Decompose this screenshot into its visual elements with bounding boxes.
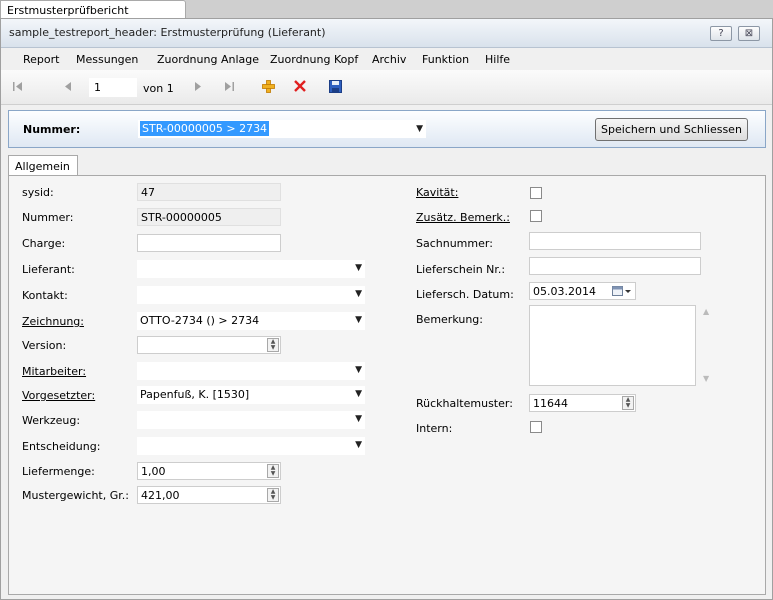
kontakt-combo[interactable]: ▼: [137, 286, 365, 304]
lieferschein-input[interactable]: [529, 257, 701, 275]
charge-label: Charge:: [22, 237, 66, 250]
record-number-input[interactable]: 1: [89, 78, 137, 97]
kavitaet-checkbox[interactable]: [530, 187, 542, 199]
dropdown-arrow-icon[interactable]: ▼: [355, 365, 362, 375]
zeichnung-link[interactable]: Zeichnung:: [22, 315, 84, 328]
charge-input[interactable]: [137, 234, 281, 252]
mustergewicht-value: 421,00: [141, 489, 180, 502]
sysid-field: 47: [137, 183, 281, 201]
dropdown-arrow-icon[interactable]: ▼: [355, 315, 362, 325]
liefersch-datum-label: Liefersch. Datum:: [416, 288, 514, 301]
dropdown-arrow-icon[interactable]: ▼: [355, 440, 362, 450]
menu-messungen[interactable]: Messungen: [76, 53, 138, 66]
close-button[interactable]: ⊠: [738, 26, 760, 41]
vorgesetzter-combo[interactable]: Papenfuß, K. [1530] ▼: [137, 386, 365, 404]
header-number-label: Nummer:: [23, 123, 81, 136]
rueckhaltemuster-label: Rückhaltemuster:: [416, 397, 513, 410]
kontakt-label: Kontakt:: [22, 289, 68, 302]
menu-bar: Report Messungen Zuordnung Anlage Zuordn…: [1, 48, 772, 70]
lieferant-label: Lieferant:: [22, 263, 75, 276]
intern-label: Intern:: [416, 422, 453, 435]
nummer-label: Nummer:: [22, 211, 74, 224]
entscheidung-combo[interactable]: ▼: [137, 437, 365, 455]
help-button[interactable]: ?: [710, 26, 732, 41]
liefersch-datum-input[interactable]: 05.03.2014: [529, 282, 636, 300]
menu-archiv[interactable]: Archiv: [372, 53, 406, 66]
help-icon: ?: [718, 28, 724, 39]
scroll-down-icon[interactable]: ▼: [703, 374, 709, 383]
calendar-icon[interactable]: [612, 285, 632, 297]
bemerkung-label: Bemerkung:: [416, 313, 483, 326]
menu-funktion[interactable]: Funktion: [422, 53, 469, 66]
werkzeug-label: Werkzeug:: [22, 414, 81, 427]
prev-record-icon[interactable]: [65, 81, 72, 92]
delete-icon[interactable]: [294, 80, 306, 92]
entscheidung-label: Entscheidung:: [22, 440, 101, 453]
close-icon: ⊠: [744, 28, 754, 39]
liefermenge-label: Liefermenge:: [22, 465, 95, 478]
next-record-icon[interactable]: [195, 81, 202, 92]
werkzeug-combo[interactable]: ▼: [137, 411, 365, 429]
mitarbeiter-combo[interactable]: ▼: [137, 362, 365, 380]
vorgesetzter-value: Papenfuß, K. [1530]: [140, 388, 250, 401]
intern-checkbox[interactable]: [530, 421, 542, 433]
menu-zuordnung-anlage[interactable]: Zuordnung Anlage: [157, 53, 259, 66]
lieferant-combo[interactable]: ▼: [137, 260, 365, 278]
add-icon[interactable]: [262, 80, 275, 93]
version-label: Version:: [22, 339, 67, 352]
scroll-up-icon[interactable]: ▲: [703, 307, 709, 316]
liefermenge-value: 1,00: [141, 465, 166, 478]
zeichnung-combo[interactable]: OTTO-2734 () > 2734 ▼: [137, 312, 365, 330]
spinner-icon[interactable]: ▲ ▼: [267, 488, 279, 502]
toolbar: 1 von 1: [1, 70, 772, 105]
save-icon[interactable]: [329, 80, 342, 93]
lieferschein-label: Lieferschein Nr.:: [416, 263, 506, 276]
liefersch-datum-value: 05.03.2014: [533, 285, 596, 298]
bemerkung-scrollbar[interactable]: ▲ ▼: [699, 305, 715, 386]
record-count-label: von 1: [143, 82, 174, 95]
bemerkung-textarea[interactable]: [529, 305, 696, 386]
header-number-value: STR-00000005 > 2734: [140, 121, 270, 136]
menu-report[interactable]: Report: [23, 53, 59, 66]
kavitaet-link[interactable]: Kavität:: [416, 186, 458, 199]
rueckhaltemuster-input[interactable]: 11644 ▲ ▼: [529, 394, 636, 412]
dropdown-arrow-icon[interactable]: ▼: [355, 414, 362, 424]
sysid-label: sysid:: [22, 186, 54, 199]
title-bar: sample_testreport_header: Erstmusterprüf…: [1, 19, 772, 48]
spinner-icon[interactable]: ▲ ▼: [267, 338, 279, 352]
last-record-icon[interactable]: [225, 81, 235, 92]
tab-allgemein-label: Allgemein: [15, 160, 70, 173]
mustergewicht-label: Mustergewicht, Gr.:: [22, 489, 129, 502]
vorgesetzter-link[interactable]: Vorgesetzter:: [22, 389, 95, 402]
dropdown-arrow-icon[interactable]: ▼: [355, 289, 362, 299]
dropdown-arrow-icon[interactable]: ▼: [416, 124, 423, 134]
outer-tab[interactable]: Erstmusterprüfbericht (Lieferant): [0, 0, 186, 30]
save-and-close-button[interactable]: Speichern und Schliessen: [595, 118, 748, 141]
zusatz-bemerk-checkbox[interactable]: [530, 210, 542, 222]
liefermenge-input[interactable]: 1,00 ▲ ▼: [137, 462, 281, 480]
sachnummer-input[interactable]: [529, 232, 701, 250]
zeichnung-value: OTTO-2734 () > 2734: [140, 314, 260, 327]
menu-hilfe[interactable]: Hilfe: [485, 53, 510, 66]
mustergewicht-input[interactable]: 421,00 ▲ ▼: [137, 486, 281, 504]
dropdown-arrow-icon[interactable]: ▼: [355, 263, 362, 273]
outer-tab-strip: [186, 0, 773, 18]
sachnummer-label: Sachnummer:: [416, 237, 493, 250]
header-panel: Nummer: STR-00000005 > 2734 ▼ Speichern …: [8, 110, 766, 148]
dropdown-arrow-icon[interactable]: ▼: [355, 389, 362, 399]
nummer-field: STR-00000005: [137, 208, 281, 226]
tab-allgemein[interactable]: Allgemein: [8, 155, 78, 176]
first-record-icon[interactable]: [13, 81, 23, 92]
zusatz-bemerk-link[interactable]: Zusätz. Bemerk.:: [416, 211, 510, 224]
rueckhaltemuster-value: 11644: [533, 397, 568, 410]
menu-zuordnung-kopf[interactable]: Zuordnung Kopf: [270, 53, 358, 66]
spinner-icon[interactable]: ▲ ▼: [622, 396, 634, 410]
spinner-icon[interactable]: ▲ ▼: [267, 464, 279, 478]
version-input[interactable]: ▲ ▼: [137, 336, 281, 354]
mitarbeiter-link[interactable]: Mitarbeiter:: [22, 365, 86, 378]
window-title: sample_testreport_header: Erstmusterprüf…: [9, 26, 326, 39]
header-number-combo[interactable]: STR-00000005 > 2734 ▼: [138, 120, 426, 138]
